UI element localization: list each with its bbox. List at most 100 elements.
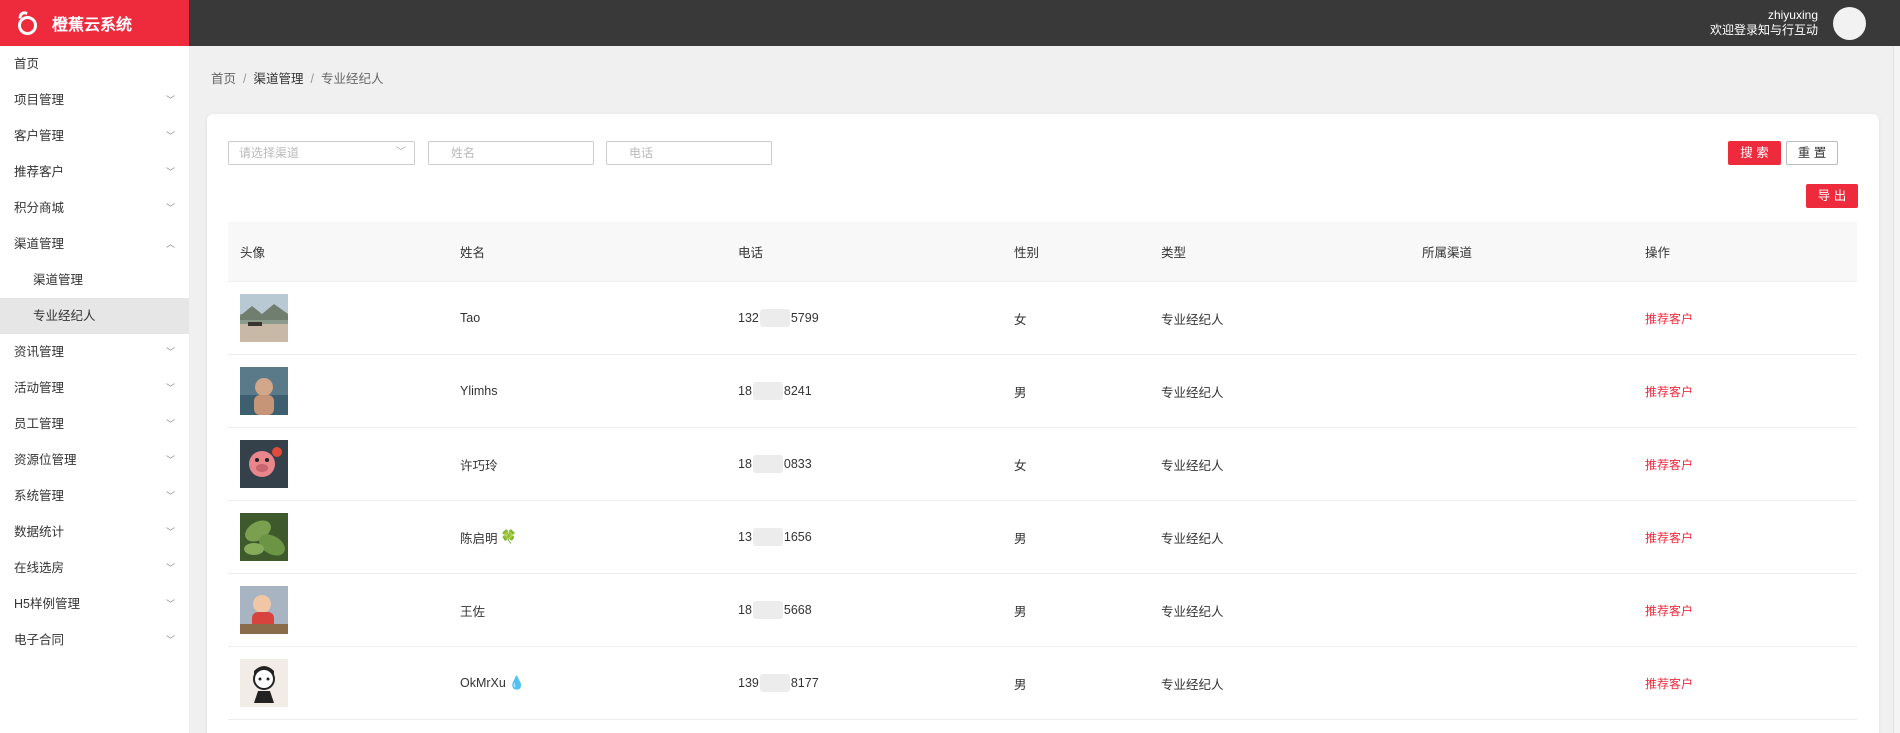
chevron-down-icon: ﹀ xyxy=(165,527,175,537)
sidebar-subitem-5-0[interactable]: 渠道管理 xyxy=(0,262,189,298)
row-avatar-cell xyxy=(240,574,288,646)
row-phone: 13 1656 xyxy=(738,501,812,573)
row-avatar-cell xyxy=(240,501,288,573)
sidebar-item-4[interactable]: 积分商城 ﹀ xyxy=(0,190,189,226)
row-type: 专业经纪人 xyxy=(1161,458,1224,473)
app-name: 橙蕉云系统 xyxy=(52,17,133,34)
agent-table: 头像 姓名 电话 性别 类型 所属渠道 操作 Tao 132 5799 女专业经纪人推… xyxy=(228,222,1857,720)
phone-suffix: 5799 xyxy=(790,311,819,325)
chevron-down-icon: ﹀ xyxy=(165,455,175,465)
recommend-customer-link[interactable]: 推荐客户 xyxy=(1645,383,1693,400)
channel-select[interactable]: 请选择渠道 ﹀ xyxy=(228,141,415,165)
col-gender: 性别 xyxy=(1014,246,1040,260)
landscape-photo-icon xyxy=(240,294,288,342)
row-avatar-cell xyxy=(240,282,288,354)
chevron-down-icon: ﹀ xyxy=(165,347,175,357)
recommend-customer-link[interactable]: 推荐客户 xyxy=(1645,675,1693,692)
chevron-down-icon: ﹀ xyxy=(165,419,175,429)
row-type: 专业经纪人 xyxy=(1161,312,1224,327)
sidebar-item-label: 项目管理 xyxy=(14,93,65,107)
chevron-down-icon: ﹀ xyxy=(165,599,175,609)
name-emoji: 💧 xyxy=(508,675,526,690)
recommend-customer-link[interactable]: 推荐客户 xyxy=(1645,456,1693,473)
phone-prefix: 18 xyxy=(738,603,752,617)
person-photo-icon xyxy=(240,367,288,415)
row-name-text: 陈启明 xyxy=(460,531,498,546)
phone-mask xyxy=(752,455,783,473)
sidebar-item-label: 数据统计 xyxy=(14,525,65,539)
sidebar-item-label: 积分商城 xyxy=(14,201,65,215)
sidebar-item-label: 在线选房 xyxy=(14,561,65,575)
sidebar-item-label: H5样例管理 xyxy=(14,597,80,611)
sidebar-item-11[interactable]: 数据统计 ﹀ xyxy=(0,514,189,550)
cartoon-pig-icon xyxy=(240,440,288,488)
sidebar-item-3[interactable]: 推荐客户 ﹀ xyxy=(0,154,189,190)
reset-button[interactable]: 重 置 xyxy=(1786,141,1838,165)
user-info: zhiyuxing 欢迎登录知与行互动 xyxy=(1710,8,1818,38)
row-gender: 女 xyxy=(1014,458,1027,473)
row-name: 许巧玲 xyxy=(460,428,501,500)
table-header: 头像 姓名 电话 性别 类型 所属渠道 操作 xyxy=(228,222,1857,282)
row-type: 专业经纪人 xyxy=(1161,385,1224,400)
sidebar-item-12[interactable]: 在线选房 ﹀ xyxy=(0,550,189,586)
sidebar-item-14[interactable]: 电子合同 ﹀ xyxy=(0,622,189,658)
sidebar-item-label: 资讯管理 xyxy=(14,345,65,359)
sidebar-item-2[interactable]: 客户管理 ﹀ xyxy=(0,118,189,154)
user-avatar[interactable] xyxy=(1833,7,1866,40)
export-button[interactable]: 导 出 xyxy=(1806,184,1858,208)
sidebar-item-7[interactable]: 活动管理 ﹀ xyxy=(0,370,189,406)
sidebar-item-0[interactable]: 首页 xyxy=(0,46,189,82)
sidebar-item-5[interactable]: 渠道管理 ︿ xyxy=(0,226,189,262)
chevron-up-icon: ︿ xyxy=(165,239,175,249)
row-avatar-cell xyxy=(240,355,288,427)
sidebar-item-label: 电子合同 xyxy=(14,633,65,647)
chevron-down-icon: ﹀ xyxy=(165,167,175,177)
row-phone: 139 8177 xyxy=(738,647,819,719)
chevron-down-icon: ﹀ xyxy=(165,563,175,573)
sidebar-item-1[interactable]: 项目管理 ﹀ xyxy=(0,82,189,118)
row-name: Tao xyxy=(460,282,483,354)
sidebar-subitem-5-1[interactable]: 专业经纪人 xyxy=(0,298,189,334)
app-logo[interactable]: 橙蕉云系统 xyxy=(0,0,189,46)
phone-prefix: 18 xyxy=(738,384,752,398)
row-name-text: OkMrXu xyxy=(460,676,506,690)
recommend-customer-link[interactable]: 推荐客户 xyxy=(1645,310,1693,327)
row-type: 专业经纪人 xyxy=(1161,531,1224,546)
sidebar-item-10[interactable]: 系统管理 ﹀ xyxy=(0,478,189,514)
table-row: 王佐 18 5668 男 专业经纪人 推荐客户 xyxy=(228,574,1857,647)
row-gender: 男 xyxy=(1014,385,1027,400)
sidebar-item-8[interactable]: 员工管理 ﹀ xyxy=(0,406,189,442)
table-row: 陈启明 🍀 13 1656 男 专业经纪人 推荐客户 xyxy=(228,501,1857,574)
breadcrumb-channel[interactable]: 渠道管理 xyxy=(254,72,304,86)
sidebar-item-13[interactable]: H5样例管理 ﹀ xyxy=(0,586,189,622)
row-avatar-cell xyxy=(240,428,288,500)
row-type: 专业经纪人 xyxy=(1161,604,1224,619)
phone-suffix: 8177 xyxy=(790,676,819,690)
phone-input[interactable]: 电话 xyxy=(606,141,772,165)
table-body: Tao 132 5799 女专业经纪人 推荐客户 Ylimhs 18 8241 男专业经纪人 推荐… xyxy=(228,282,1857,720)
sidebar-item-label: 员工管理 xyxy=(14,417,65,431)
sidebar-item-9[interactable]: 资源位管理 ﹀ xyxy=(0,442,189,478)
name-input[interactable]: 姓名 xyxy=(428,141,594,165)
phone-suffix: 5668 xyxy=(783,603,812,617)
row-name: Ylimhs xyxy=(460,355,501,427)
table-row: Ylimhs 18 8241 男 专业经纪人 推荐客户 xyxy=(228,355,1857,428)
search-button[interactable]: 搜 索 xyxy=(1728,141,1781,165)
chevron-down-icon: ﹀ xyxy=(165,383,175,393)
chevron-down-icon: ﹀ xyxy=(396,147,406,158)
cartoon-avatar-icon xyxy=(240,659,288,707)
col-type: 类型 xyxy=(1161,246,1187,260)
page-scrollbar[interactable] xyxy=(1893,46,1900,733)
sidebar-item-6[interactable]: 资讯管理 ﹀ xyxy=(0,334,189,370)
row-gender: 女 xyxy=(1014,312,1027,327)
col-channel: 所属渠道 xyxy=(1422,246,1473,260)
breadcrumb-current: 专业经纪人 xyxy=(321,72,384,86)
row-name-text: 许巧玲 xyxy=(460,458,498,473)
sidebar-item-label: 渠道管理 xyxy=(14,237,65,251)
recommend-customer-link[interactable]: 推荐客户 xyxy=(1645,602,1693,619)
recommend-customer-link[interactable]: 推荐客户 xyxy=(1645,529,1693,546)
breadcrumb-home[interactable]: 首页 xyxy=(211,72,236,86)
welcome-text: 欢迎登录知与行互动 xyxy=(1709,23,1818,37)
channel-select-placeholder: 请选择渠道 xyxy=(239,146,300,160)
row-action-cell: 推荐客户 xyxy=(1645,282,1693,354)
